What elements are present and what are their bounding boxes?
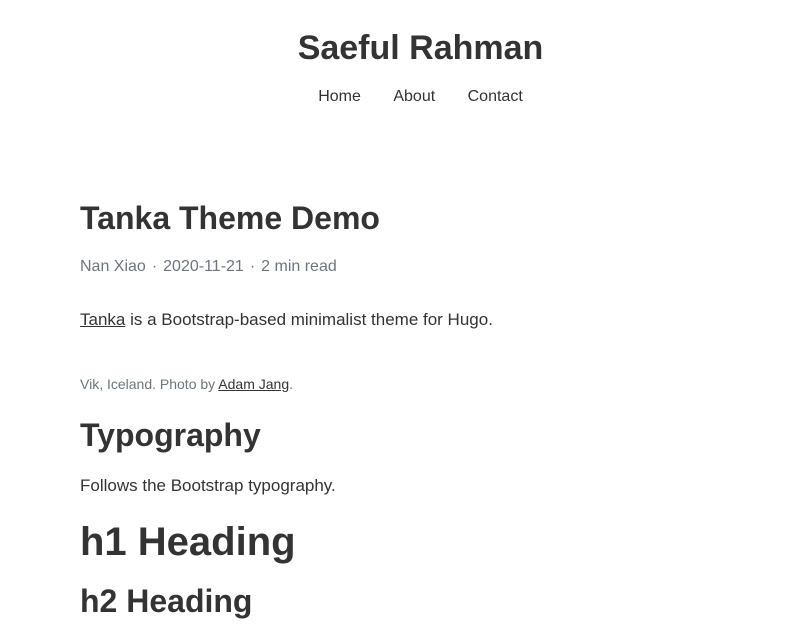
- nav-contact-link[interactable]: Contact: [468, 88, 523, 105]
- h2-demo-heading: h2 Heading: [80, 583, 253, 619]
- meta-separator: ·: [249, 258, 256, 275]
- tanka-link[interactable]: Tanka: [80, 310, 125, 329]
- caption-text: Vik, Iceland. Photo by: [80, 376, 219, 392]
- post-date: 2020-11-21: [163, 258, 244, 275]
- nav-home-link[interactable]: Home: [318, 88, 361, 105]
- post-read-time: 2 min read: [261, 258, 337, 275]
- intro-text: is a Bootstrap-based minimalist theme fo…: [125, 310, 493, 329]
- meta-separator: ·: [151, 258, 158, 275]
- main-nav: Home About Contact: [0, 88, 807, 106]
- image-caption: Vik, Iceland. Photo by Adam Jang.: [80, 376, 293, 392]
- caption-end: .: [289, 376, 293, 392]
- nav-about-link[interactable]: About: [393, 88, 435, 105]
- post-title: Tanka Theme Demo: [80, 200, 380, 236]
- typography-text: Follows the Bootstrap typography.: [80, 476, 336, 495]
- post-author: Nan Xiao: [80, 258, 146, 275]
- h1-demo-heading: h1 Heading: [80, 520, 296, 564]
- typography-heading: Typography: [80, 417, 261, 453]
- post-meta: Nan Xiao · 2020-11-21 · 2 min read: [80, 258, 337, 276]
- intro-paragraph: Tanka is a Bootstrap-based minimalist th…: [80, 310, 493, 330]
- photographer-link[interactable]: Adam Jang: [218, 376, 289, 392]
- site-title[interactable]: Saeful Rahman: [0, 26, 807, 70]
